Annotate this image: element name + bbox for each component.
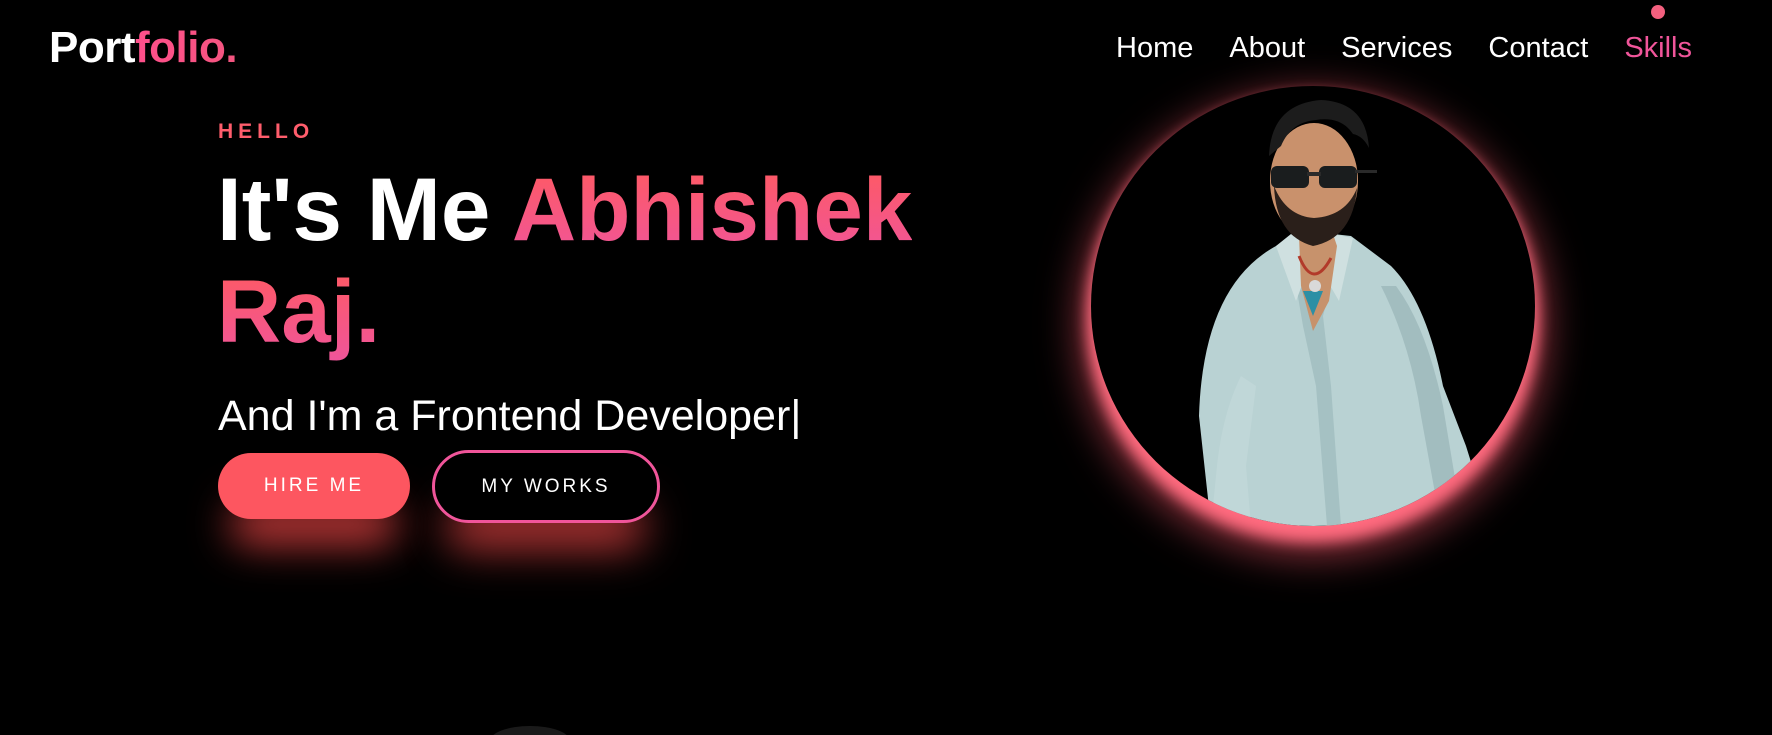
headline-name-last: Raj.	[217, 261, 381, 361]
headline-name-first: Abhishek	[511, 159, 913, 259]
logo-part-folio: folio.	[135, 23, 238, 72]
active-indicator-dot	[1651, 5, 1666, 19]
nav-item-skills[interactable]: Skills	[1624, 5, 1692, 66]
nav-item-about[interactable]: About	[1229, 30, 1305, 66]
hero-subline: And I'm a Frontend Developer|	[218, 392, 802, 440]
scroll-decoration	[490, 726, 570, 735]
hero-greeting: HELLO	[218, 120, 315, 143]
main-nav: Home About Services Contact Skills	[1116, 5, 1692, 66]
person-photo-icon	[1149, 100, 1491, 526]
nav-item-contact[interactable]: Contact	[1488, 30, 1588, 66]
profile-portrait	[1091, 86, 1535, 526]
nav-item-services[interactable]: Services	[1341, 30, 1452, 66]
headline-prefix: It's Me	[217, 159, 512, 259]
logo-part-port: Port	[49, 23, 136, 72]
hero-headline: It's Me Abhishek Raj.	[217, 158, 1037, 362]
site-logo[interactable]: Portfolio.	[49, 22, 238, 74]
portfolio-page: Portfolio. Home About Services Contact S…	[0, 0, 1772, 735]
nav-item-skills-label: Skills	[1624, 32, 1692, 64]
my-works-button[interactable]: MY WORKS	[432, 450, 660, 523]
nav-item-home[interactable]: Home	[1116, 30, 1193, 66]
hire-me-button[interactable]: HIRE ME	[218, 453, 410, 519]
